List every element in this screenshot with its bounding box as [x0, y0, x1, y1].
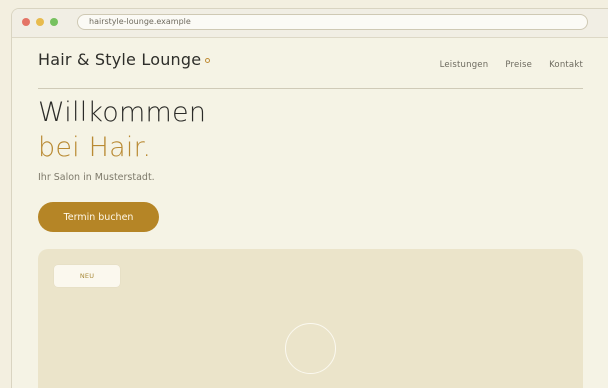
nav-link-leistungen[interactable]: Leistungen [440, 60, 489, 70]
close-window-dot[interactable] [22, 18, 30, 26]
hero-subtitle: Ihr Salon in Musterstadt. [38, 172, 155, 183]
hero-media-card: NEU [38, 249, 583, 388]
maximize-window-dot[interactable] [50, 18, 58, 26]
brand-name: Hair & Style Lounge [38, 50, 202, 69]
main-nav: Leistungen Preise Kontakt [440, 60, 583, 70]
hero-title-line1: Willkommen [38, 97, 207, 128]
hero-title-line2: bei Hair. [38, 132, 152, 163]
brand-dot-icon [205, 58, 211, 63]
nav-link-preise[interactable]: Preise [505, 60, 532, 70]
address-bar-url: hairstyle-lounge.example [89, 17, 191, 26]
address-bar[interactable]: hairstyle-lounge.example [77, 14, 588, 30]
site-header: Hair & Style Lounge Leistungen Preise Ko… [12, 38, 608, 89]
nav-link-kontakt[interactable]: Kontakt [549, 60, 583, 70]
minimize-window-dot[interactable] [36, 18, 44, 26]
browser-window: hairstyle-lounge.example Hair & Style Lo… [11, 8, 608, 388]
browser-titlebar: hairstyle-lounge.example [12, 9, 608, 38]
header-divider [38, 88, 583, 89]
book-appointment-button[interactable]: Termin buchen [38, 202, 159, 232]
new-badge: NEU [54, 265, 120, 287]
play-circle-icon[interactable] [285, 323, 336, 374]
brand-logo[interactable]: Hair & Style Lounge [38, 50, 211, 69]
